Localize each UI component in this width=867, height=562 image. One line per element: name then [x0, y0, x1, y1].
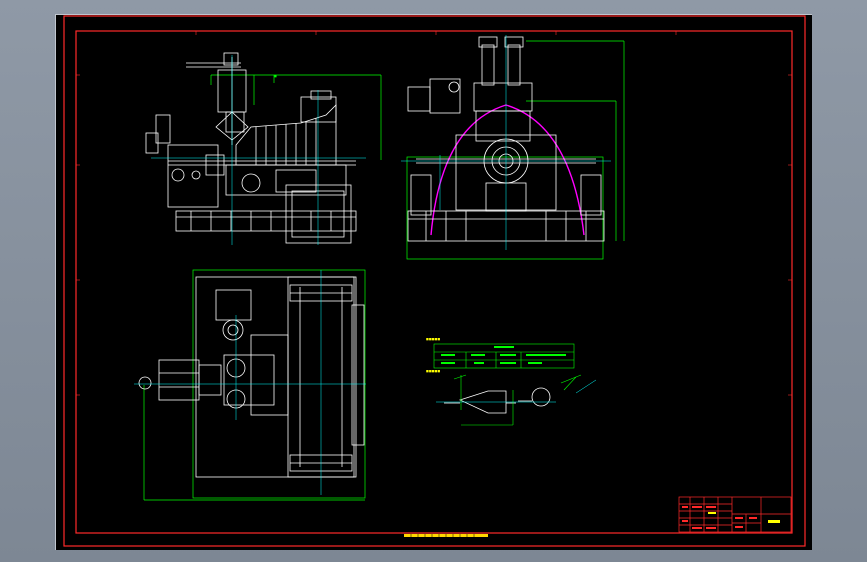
inner-frame [75, 30, 793, 534]
outer-frame [63, 15, 806, 547]
technical-data-table: ■■■■■ [426, 337, 575, 369]
svg-text:■■■■■: ■■■■■ [426, 337, 440, 341]
drawing-canvas: ■ ■■■■■ ■■■■■ [63, 15, 806, 547]
bottom-scale-ruler [404, 534, 488, 537]
turbine-casing-arc [430, 104, 585, 236]
side-elevation-view[interactable] [401, 35, 625, 260]
svg-text:■: ■ [274, 74, 277, 78]
plan-view[interactable] [134, 269, 366, 501]
cad-viewport[interactable]: ■ ■■■■■ ■■■■■ [0, 0, 867, 562]
title-block [678, 496, 792, 533]
drawing-sheet[interactable]: ■ ■■■■■ ■■■■■ [55, 14, 812, 550]
svg-text:■■■■■: ■■■■■ [426, 369, 440, 373]
coupling-detail: ■■■■■ [426, 369, 597, 426]
front-elevation-view[interactable]: ■ [145, 52, 382, 245]
